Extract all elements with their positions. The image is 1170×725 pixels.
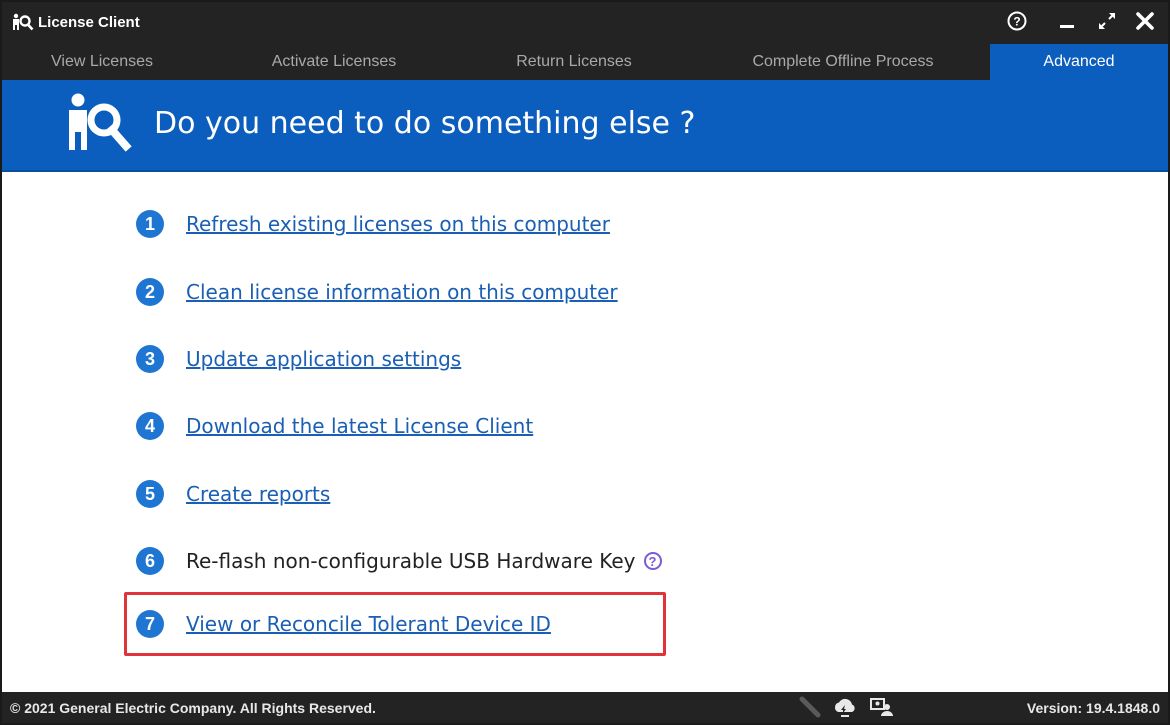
minimize-button[interactable]: [1052, 6, 1082, 36]
license-client-window: License Client ? View Licenses Activate …: [0, 0, 1170, 725]
option-number-badge: 6: [136, 547, 164, 575]
option-clean-license-info: 2 Clean license information on this comp…: [136, 276, 618, 308]
tab-complete-offline-process[interactable]: Complete Offline Process: [698, 44, 988, 80]
window-title: License Client: [38, 14, 140, 31]
status-bar: © 2021 General Electric Company. All Rig…: [2, 692, 1168, 723]
option-number-badge: 7: [136, 610, 164, 638]
option-number-badge: 5: [136, 480, 164, 508]
help-circle-icon[interactable]: ?: [643, 552, 662, 570]
tab-activate-licenses[interactable]: Activate Licenses: [222, 44, 446, 80]
tab-bar: View Licenses Activate Licenses Return L…: [2, 44, 1168, 80]
option-update-settings: 3 Update application settings: [136, 343, 461, 375]
expand-icon: [1099, 13, 1115, 29]
close-button[interactable]: [1130, 6, 1160, 36]
option-view-reconcile-device-id: 7 View or Reconcile Tolerant Device ID: [136, 608, 551, 640]
tab-advanced[interactable]: Advanced: [990, 44, 1168, 80]
license-search-icon: [69, 93, 132, 152]
clean-license-info-link[interactable]: Clean license information on this comput…: [186, 280, 618, 304]
option-number-badge: 4: [136, 412, 164, 440]
title-bar: License Client ?: [2, 2, 1168, 44]
copyright-text: © 2021 General Electric Company. All Rig…: [10, 700, 376, 716]
options-panel: 1 Refresh existing licenses on this comp…: [2, 172, 1168, 690]
update-settings-link[interactable]: Update application settings: [186, 347, 461, 371]
download-client-link[interactable]: Download the latest License Client: [186, 414, 533, 438]
page-banner: Do you need to do something else ?: [2, 80, 1168, 172]
version-text: Version: 19.4.1848.0: [1026, 700, 1160, 716]
refresh-licenses-link[interactable]: Refresh existing licenses on this comput…: [186, 212, 610, 236]
help-button[interactable]: ?: [1002, 6, 1032, 36]
minimize-icon: [1060, 25, 1074, 28]
view-reconcile-device-id-link[interactable]: View or Reconcile Tolerant Device ID: [186, 612, 551, 636]
option-number-badge: 2: [136, 278, 164, 306]
cloud-sync-icon[interactable]: [832, 695, 858, 719]
option-number-badge: 1: [136, 210, 164, 238]
maximize-button[interactable]: [1092, 6, 1122, 36]
create-reports-link[interactable]: Create reports: [186, 482, 330, 506]
user-connect-icon[interactable]: [868, 695, 894, 719]
close-icon: [1136, 12, 1154, 30]
option-reflash-usb-key: 6 Re-flash non-configurable USB Hardware…: [136, 545, 662, 577]
option-number-badge: 3: [136, 345, 164, 373]
help-glyph: ?: [1013, 15, 1020, 29]
tab-return-licenses[interactable]: Return Licenses: [464, 44, 684, 80]
page-title: Do you need to do something else ?: [154, 106, 696, 141]
help-icon: ?: [1007, 11, 1027, 31]
option-download-client: 4 Download the latest License Client: [136, 410, 533, 442]
reflash-usb-key-label: Re-flash non-configurable USB Hardware K…: [186, 549, 636, 573]
option-create-reports: 5 Create reports: [136, 478, 330, 510]
tab-view-licenses[interactable]: View Licenses: [2, 44, 202, 80]
option-refresh-licenses: 1 Refresh existing licenses on this comp…: [136, 208, 610, 240]
license-client-logo-icon: [13, 13, 34, 31]
usb-key-icon[interactable]: [798, 695, 824, 719]
